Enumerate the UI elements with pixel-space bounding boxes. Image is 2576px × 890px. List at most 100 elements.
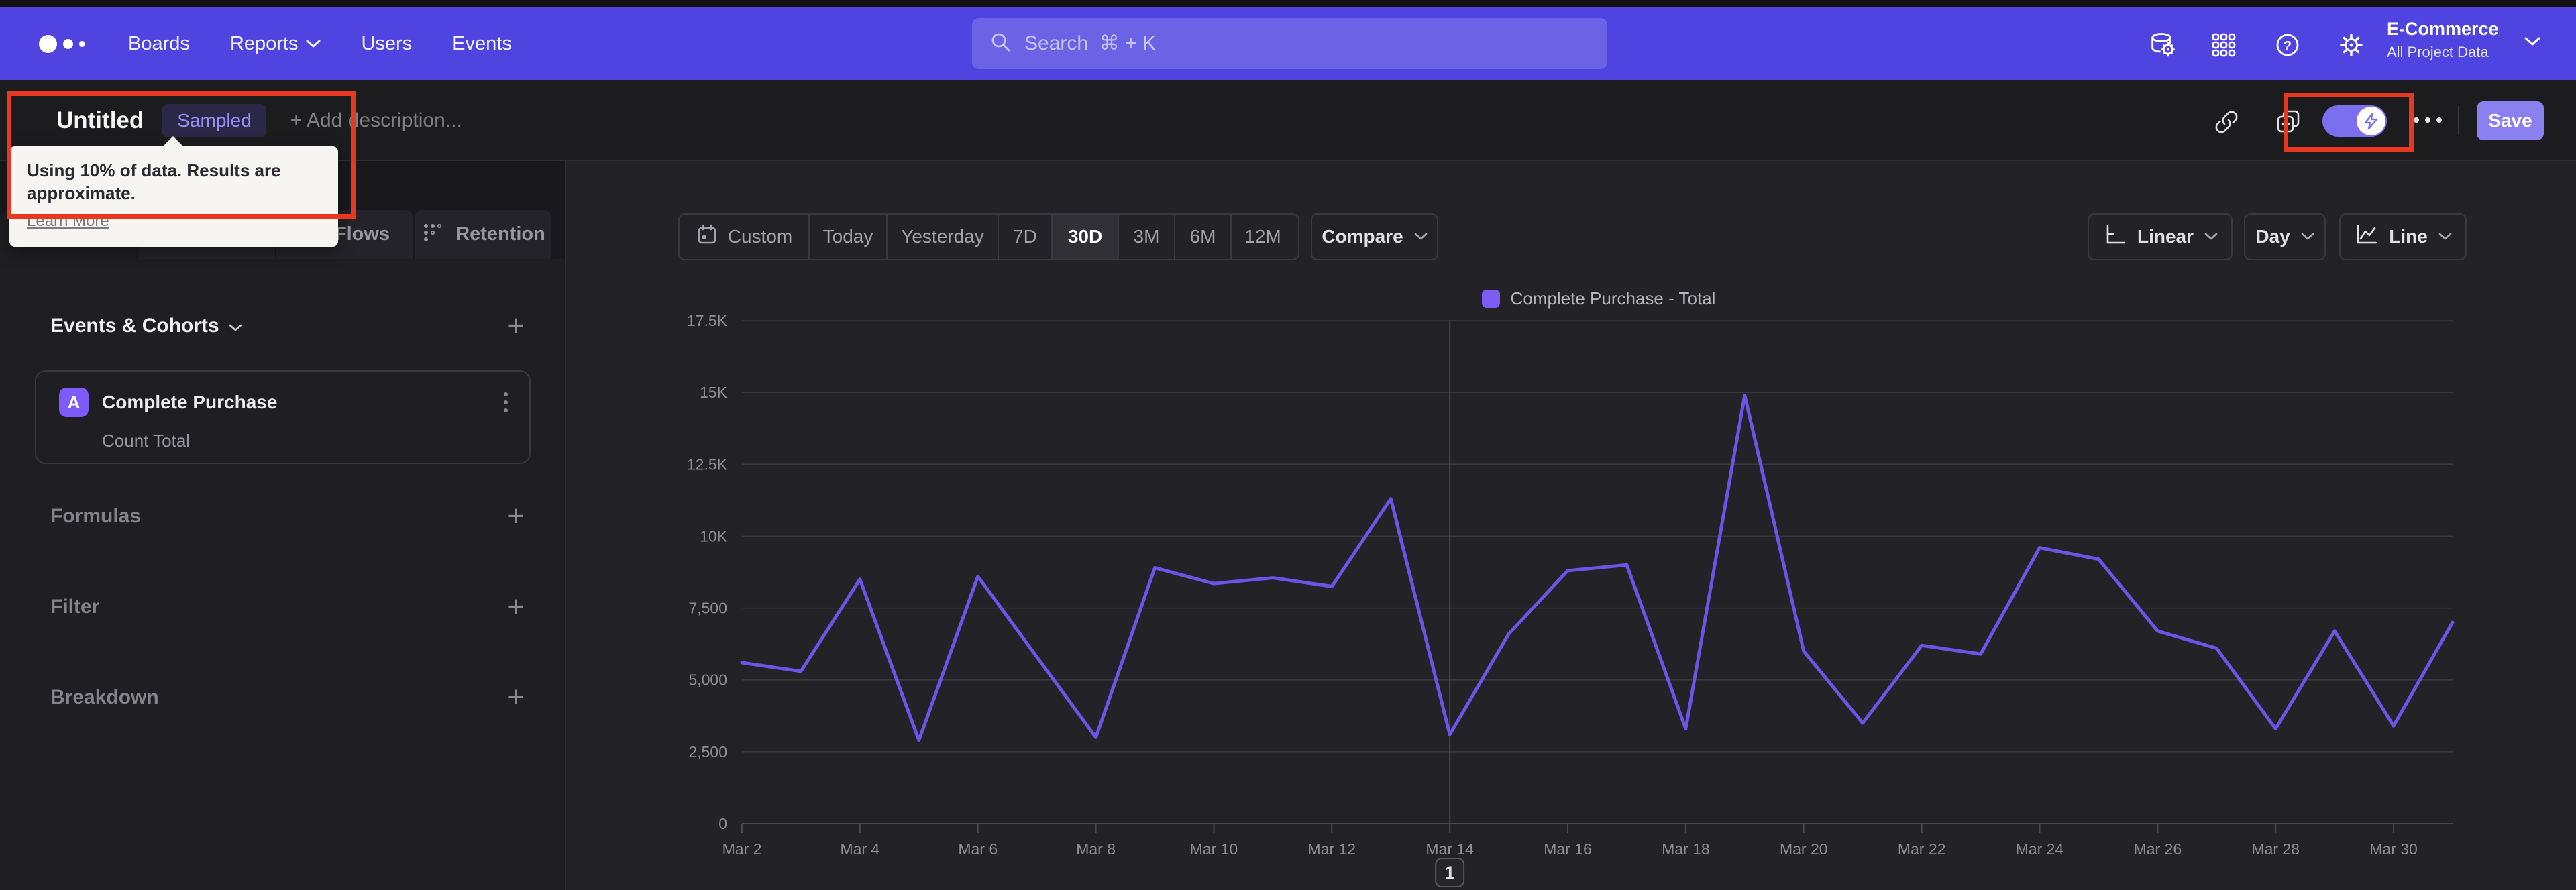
range-yesterday[interactable]: Yesterday <box>888 215 999 259</box>
range-7d[interactable]: 7D <box>999 215 1053 259</box>
svg-text:Mar 4: Mar 4 <box>840 840 879 858</box>
svg-text:Mar 6: Mar 6 <box>958 840 998 858</box>
apps-grid-icon[interactable] <box>2209 30 2239 60</box>
insights-line-chart[interactable]: 0 2,500 5,000 7,500 10K 12.5K 15K 17.5K Mar 2 Mar… <box>566 310 2576 890</box>
compare-label: Compare <box>1322 226 1403 247</box>
line-chart-icon <box>2354 223 2378 252</box>
help-icon[interactable]: ? <box>2273 30 2302 60</box>
calendar-icon <box>696 223 718 251</box>
data-management-icon[interactable] <box>2147 30 2177 60</box>
chevron-down-icon[interactable] <box>2524 36 2541 50</box>
chevron-down-icon <box>306 40 321 48</box>
range-label: Yesterday <box>901 226 984 247</box>
event-card[interactable]: A Complete Purchase Count Total <box>35 370 531 464</box>
chevron-down-icon <box>1414 233 1428 241</box>
copy-link-icon[interactable] <box>2212 107 2241 137</box>
settings-gear-icon[interactable] <box>2337 30 2366 60</box>
event-options-icon[interactable] <box>501 390 511 415</box>
svg-text:Mar 26: Mar 26 <box>2134 840 2182 858</box>
svg-text:Mar 2: Mar 2 <box>722 840 762 858</box>
svg-text:Mar 14: Mar 14 <box>1426 840 1474 858</box>
range-today[interactable]: Today <box>810 215 888 259</box>
svg-text:Mar 28: Mar 28 <box>2251 840 2300 858</box>
compare-button[interactable]: Compare <box>1311 213 1438 260</box>
search-input[interactable] <box>1024 32 1590 55</box>
breakdown-section-label: Breakdown <box>50 686 159 708</box>
events-cohorts-heading[interactable]: Events & Cohorts <box>50 315 242 337</box>
range-custom[interactable]: Custom <box>680 215 810 259</box>
chart-legend[interactable]: Complete Purchase - Total <box>745 288 2453 309</box>
svg-text:12.5K: 12.5K <box>687 455 728 473</box>
add-event-button[interactable]: + <box>507 311 525 341</box>
svg-text:10K: 10K <box>700 527 728 545</box>
nav-item-label: Events <box>452 32 512 54</box>
more-options-icon[interactable] <box>2414 117 2442 123</box>
nav-item-boards[interactable]: Boards <box>128 33 190 55</box>
svg-text:7,500: 7,500 <box>688 600 727 617</box>
svg-text:Mar 12: Mar 12 <box>1308 840 1356 858</box>
report-title[interactable]: Untitled <box>56 107 144 134</box>
linear-axis-icon <box>2102 223 2127 252</box>
range-label: 30D <box>1067 226 1103 247</box>
mixpanel-logo-icon[interactable] <box>39 34 85 53</box>
nav-item-label: Reports <box>229 32 299 54</box>
svg-text:Mar 8: Mar 8 <box>1076 840 1116 858</box>
nav-item-users[interactable]: Users <box>361 33 412 55</box>
range-3m[interactable]: 3M <box>1119 215 1175 259</box>
event-metric[interactable]: Count Total <box>102 431 190 451</box>
retention-icon <box>421 221 445 248</box>
add-description-button[interactable]: + Add description... <box>290 109 462 132</box>
chevron-down-icon <box>2438 233 2452 241</box>
learn-more-link[interactable]: Learn More <box>27 212 109 231</box>
interval-dropdown[interactable]: Day <box>2244 213 2326 260</box>
svg-text:Mar 10: Mar 10 <box>1190 840 1238 858</box>
tab-label: Flows <box>334 223 390 245</box>
nav-item-events[interactable]: Events <box>452 33 512 55</box>
range-12m[interactable]: 12M <box>1232 215 1294 259</box>
add-formula-button[interactable]: + <box>507 502 525 531</box>
sampled-badge[interactable]: Sampled <box>162 104 266 137</box>
divider <box>2458 106 2459 135</box>
interval-label: Day <box>2255 226 2290 247</box>
svg-text:5,000: 5,000 <box>688 671 727 689</box>
legend-label: Complete Purchase - Total <box>1510 288 1716 309</box>
chevron-down-icon <box>2301 233 2314 241</box>
add-breakdown-button[interactable]: + <box>507 683 525 712</box>
date-range-control: Custom Today Yesterday 7D 30D 3M 6M 12M <box>678 213 1299 260</box>
sampling-toggle[interactable] <box>2322 105 2387 137</box>
tab-label: Retention <box>455 223 545 245</box>
add-to-board-icon[interactable] <box>2274 107 2304 137</box>
svg-text:Mar 30: Mar 30 <box>2369 840 2418 858</box>
scale-label: Linear <box>2137 226 2194 247</box>
svg-text:2,500: 2,500 <box>688 743 727 761</box>
range-label: 3M <box>1133 226 1160 247</box>
project-selector[interactable]: E-Commerce All Project Data <box>2387 19 2499 61</box>
svg-text:Mar 18: Mar 18 <box>1662 840 1710 858</box>
range-6m[interactable]: 6M <box>1175 215 1232 259</box>
event-letter-badge: A <box>59 388 89 417</box>
range-label: 7D <box>1013 226 1037 247</box>
tooltip-arrow <box>162 136 184 147</box>
global-search[interactable] <box>972 18 1607 69</box>
window-top-strip <box>0 0 2576 7</box>
events-cohorts-label: Events & Cohorts <box>50 315 219 337</box>
chart-type-dropdown[interactable]: Line <box>2339 213 2467 260</box>
tab-retention[interactable]: Retention <box>415 210 551 259</box>
range-30d[interactable]: 30D <box>1053 215 1119 259</box>
svg-text:17.5K: 17.5K <box>687 312 728 329</box>
add-filter-button[interactable]: + <box>507 592 525 622</box>
save-button[interactable]: Save <box>2477 101 2544 140</box>
chart-type-label: Line <box>2389 226 2428 247</box>
svg-text:0: 0 <box>718 815 727 832</box>
svg-text:?: ? <box>2284 39 2292 54</box>
query-builder-panel: Events & Cohorts + A Complete Purchase C… <box>0 259 566 890</box>
app-window: Boards Reports Users Events ? E-Commerce… <box>0 0 2576 890</box>
legend-swatch <box>1481 290 1500 308</box>
chart-area: Custom Today Yesterday 7D 30D 3M 6M 12M … <box>566 161 2576 890</box>
chevron-down-icon <box>2204 233 2218 241</box>
svg-text:Mar 24: Mar 24 <box>2016 840 2064 858</box>
nav-item-label: Boards <box>128 32 190 54</box>
sampling-tooltip: Using 10% of data. Results are approxima… <box>9 136 338 247</box>
scale-dropdown[interactable]: Linear <box>2088 213 2233 260</box>
nav-item-reports[interactable]: Reports <box>230 33 321 55</box>
